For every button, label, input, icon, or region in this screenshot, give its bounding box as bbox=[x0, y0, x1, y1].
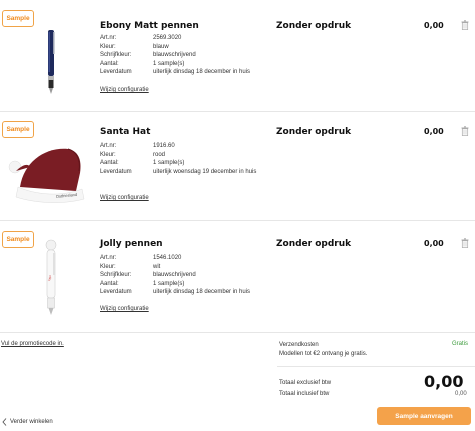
spec-value: 1 sample(s) bbox=[153, 60, 185, 67]
spec-value: blauwschrijvend bbox=[153, 272, 196, 279]
spec-key: Art.nr: bbox=[100, 143, 117, 149]
spec-row: Schrijfkleur: blauwschrijvend bbox=[100, 51, 323, 60]
spec-key: Kleur: bbox=[100, 43, 116, 50]
divider bbox=[0, 332, 475, 333]
spec-row: Kleur: wit bbox=[100, 263, 323, 272]
spec-row: Kleur: rood bbox=[100, 151, 273, 160]
request-sample-button[interactable]: Sample aanvragen bbox=[377, 407, 471, 425]
promo-code-link[interactable]: Vul de promotiecode in. bbox=[1, 341, 64, 347]
spec-row: Aantal: 1 sample(s) bbox=[100, 280, 323, 289]
continue-shopping-label: Verder winkelen bbox=[10, 419, 53, 425]
spec-key: Art.nr: bbox=[100, 255, 117, 261]
spec-key: Kleur: bbox=[100, 151, 116, 158]
imprint-option: Zonder opdruk bbox=[276, 239, 352, 249]
spec-key: Kleur: bbox=[100, 263, 116, 270]
item-price: 0,00 bbox=[424, 21, 444, 30]
spec-value: uiterlijk dinsdag 18 december in huis bbox=[153, 289, 251, 296]
product-name: Santa Hat bbox=[100, 127, 151, 137]
edit-configuration-link[interactable]: Wijzig configuratie bbox=[100, 195, 149, 201]
sample-badge: Sample bbox=[2, 231, 34, 248]
total-incl-label: Totaal inclusief btw bbox=[279, 391, 330, 397]
spec-key: Aantal: bbox=[100, 60, 119, 67]
spec-list: Art.nr: 2569.3020 Kleur: blauw Schrijfkleu… bbox=[100, 34, 323, 77]
spec-row: Art.nr: 1546.1020 bbox=[100, 254, 323, 263]
imprint-option: Zonder opdruk bbox=[276, 21, 352, 31]
spec-key: Schrijfkleur: bbox=[100, 272, 132, 279]
edit-configuration-link[interactable]: Wijzig configuratie bbox=[100, 306, 149, 312]
total-excl-label: Totaal exclusief btw bbox=[279, 380, 332, 386]
sample-badge: Sample bbox=[2, 121, 34, 138]
pen-blue-image bbox=[48, 30, 55, 94]
spec-key: Leverdatum bbox=[100, 69, 132, 76]
spec-row: Schrijfkleur: blauwschrijvend bbox=[100, 271, 323, 280]
spec-key: Art.nr: bbox=[100, 35, 117, 41]
spec-row: Aantal: 1 sample(s) bbox=[100, 60, 323, 69]
edit-configuration-link[interactable]: Wijzig configuratie bbox=[100, 87, 149, 93]
spec-value: blauwschrijvend bbox=[153, 52, 196, 59]
total-excl-value: 0,00 bbox=[424, 372, 464, 391]
cart-item: Sample logo Jolly pennen Zonder opdruk 0… bbox=[0, 225, 475, 333]
shipping-note: Modellen tot €2 ontvang je gratis. bbox=[279, 350, 368, 357]
item-price: 0,00 bbox=[424, 127, 444, 136]
trash-icon[interactable] bbox=[461, 126, 469, 136]
continue-shopping-link[interactable]: Verder winkelen bbox=[2, 418, 53, 426]
santa-hat-image: Ostfriesland bbox=[8, 148, 85, 203]
imprint-option: Zonder opdruk bbox=[276, 127, 352, 137]
spec-row: Kleur: blauw bbox=[100, 43, 323, 52]
spec-row: Leverdatum uiterlijk dinsdag 18 december … bbox=[100, 68, 323, 77]
cart-item: Sample Ebony Matt pennen Zonder opdruk 0… bbox=[0, 0, 475, 108]
spec-key: Leverdatum bbox=[100, 168, 132, 175]
spec-value: blauw bbox=[153, 43, 169, 50]
spec-value: wit bbox=[153, 263, 161, 270]
spec-row: Leverdatum uiterlijk woensdag 19 december… bbox=[100, 168, 273, 177]
item-price: 0,00 bbox=[424, 239, 444, 248]
spec-key: Aantal: bbox=[100, 280, 119, 287]
spec-key: Leverdatum bbox=[100, 289, 132, 296]
spec-row: Art.nr: 2569.3020 bbox=[100, 34, 323, 43]
spec-list: Art.nr: 1546.1020 Kleur: wit Schrijfkleur:… bbox=[100, 254, 323, 297]
spec-value: 1916.60 bbox=[153, 143, 175, 149]
pen-white-image: logo bbox=[45, 239, 57, 315]
cart-item: Sample Ostfriesland Santa Hat Zonder opd… bbox=[0, 113, 475, 221]
total-incl-value: 0,00 bbox=[455, 391, 467, 397]
spec-row: Aantal: 1 sample(s) bbox=[100, 159, 273, 168]
spec-value: 1546.1020 bbox=[153, 255, 182, 261]
spec-value: 1 sample(s) bbox=[153, 160, 185, 167]
trash-icon[interactable] bbox=[461, 20, 469, 30]
shipping-label: Verzendkosten bbox=[279, 342, 319, 348]
chevron-left-icon bbox=[2, 418, 7, 426]
shipping-price: Gratis bbox=[452, 341, 469, 347]
spec-value: 2569.3020 bbox=[153, 35, 182, 41]
spec-key: Aantal: bbox=[100, 160, 119, 167]
divider bbox=[277, 366, 475, 367]
spec-row: Leverdatum uiterlijk dinsdag 18 december … bbox=[100, 288, 323, 297]
spec-key: Schrijfkleur: bbox=[100, 52, 132, 59]
spec-value: 1 sample(s) bbox=[153, 280, 185, 287]
divider bbox=[0, 111, 475, 112]
product-name: Ebony Matt pennen bbox=[100, 21, 199, 31]
trash-icon[interactable] bbox=[461, 238, 469, 248]
spec-value: rood bbox=[153, 151, 166, 158]
divider bbox=[0, 220, 475, 221]
product-name: Jolly pennen bbox=[100, 239, 163, 249]
shipping-info: Verzendkosten Modellen tot €2 ontvang je… bbox=[279, 341, 367, 358]
spec-row: Art.nr: 1916.60 bbox=[100, 142, 273, 151]
spec-value: uiterlijk dinsdag 18 december in huis bbox=[153, 69, 251, 76]
spec-list: Art.nr: 1916.60 Kleur: rood Aantal: 1 sampl… bbox=[100, 142, 273, 176]
spec-value: uiterlijk woensdag 19 december in huis bbox=[153, 168, 257, 175]
sample-badge: Sample bbox=[2, 10, 34, 27]
